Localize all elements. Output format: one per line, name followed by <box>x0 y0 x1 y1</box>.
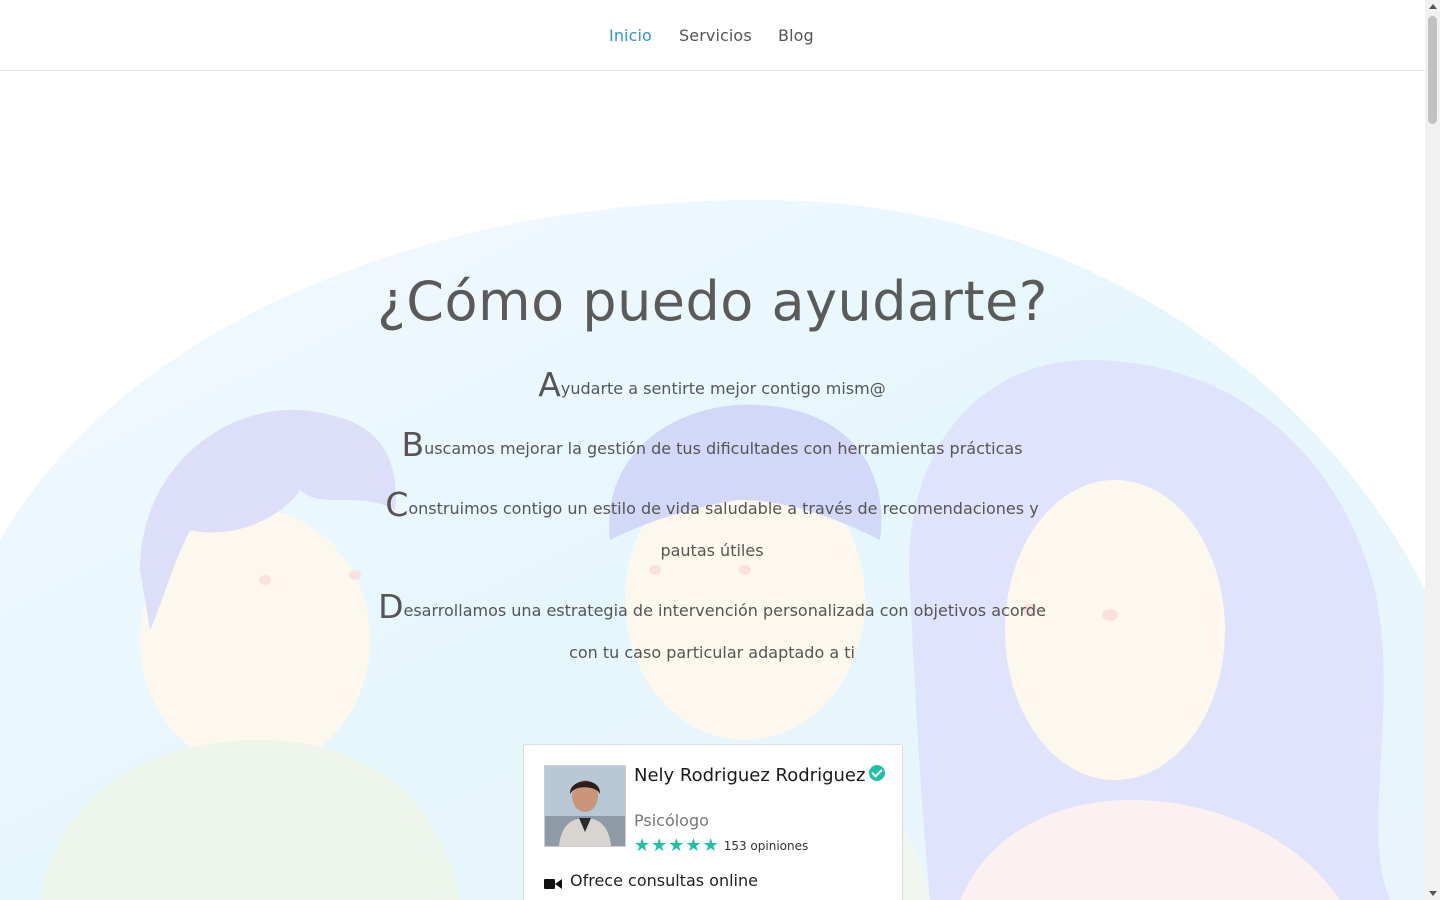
doctor-profile-card[interactable]: Nely Rodriguez Rodriguez Psicólogo ★ ★ ★… <box>523 744 903 900</box>
nav-item-inicio[interactable]: Inicio <box>609 26 652 45</box>
video-camera-icon <box>544 875 562 889</box>
help-line-text: esarrollamos una estrategia de intervenc… <box>403 601 1046 662</box>
top-navigation: Inicio Servicios Blog <box>0 0 1425 71</box>
page: Inicio Servicios Blog ¿Cómo puedo ayudar… <box>0 0 1425 900</box>
online-consultation: Ofrece consultas online <box>544 871 758 890</box>
reviews-count[interactable]: 153 opiniones <box>724 839 809 853</box>
help-line-text: uscamos mejorar la gestión de tus dificu… <box>424 439 1023 458</box>
doctor-role: Psicólogo <box>634 811 709 830</box>
scroll-down-arrow-icon[interactable] <box>1429 891 1437 896</box>
star-icon: ★ <box>634 835 651 856</box>
scroll-up-arrow-icon[interactable] <box>1429 4 1437 9</box>
help-line-b: Buscamos mejorar la gestión de tus dific… <box>362 424 1062 470</box>
drop-cap: C <box>385 485 409 524</box>
doctor-name[interactable]: Nely Rodriguez Rodriguez <box>634 765 865 786</box>
star-icon: ★ <box>702 835 719 856</box>
doctor-avatar[interactable] <box>544 765 626 847</box>
help-line-d: Desarrollamos una estrategia de interven… <box>362 586 1062 674</box>
page-title: ¿Cómo puedo ayudarte? <box>377 270 1048 333</box>
hero-section: ¿Cómo puedo ayudarte? <box>0 270 1425 333</box>
drop-cap: B <box>401 425 425 464</box>
help-line-a: Ayudarte a sentirte mejor contigo mism@ <box>362 364 1062 410</box>
star-icon: ★ <box>668 835 685 856</box>
help-line-text: yudarte a sentirte mejor contigo mism@ <box>560 379 886 398</box>
drop-cap: D <box>378 587 404 626</box>
star-icon: ★ <box>651 835 668 856</box>
help-line-c: Construimos contigo un estilo de vida sa… <box>362 484 1062 572</box>
star-icon: ★ <box>685 835 702 856</box>
rating-stars[interactable]: ★ ★ ★ ★ ★ 153 opiniones <box>634 837 808 855</box>
help-line-text: onstruimos contigo un estilo de vida sal… <box>408 499 1039 560</box>
scrollbar-thumb[interactable] <box>1428 16 1437 124</box>
nav-item-servicios[interactable]: Servicios <box>679 26 752 45</box>
doctor-name-row[interactable]: Nely Rodriguez Rodriguez <box>634 765 894 786</box>
verified-check-icon <box>869 765 886 781</box>
online-consultation-label: Ofrece consultas online <box>570 871 758 890</box>
vertical-scrollbar[interactable] <box>1425 0 1440 900</box>
nav-item-blog[interactable]: Blog <box>778 26 814 45</box>
drop-cap: A <box>538 365 561 404</box>
